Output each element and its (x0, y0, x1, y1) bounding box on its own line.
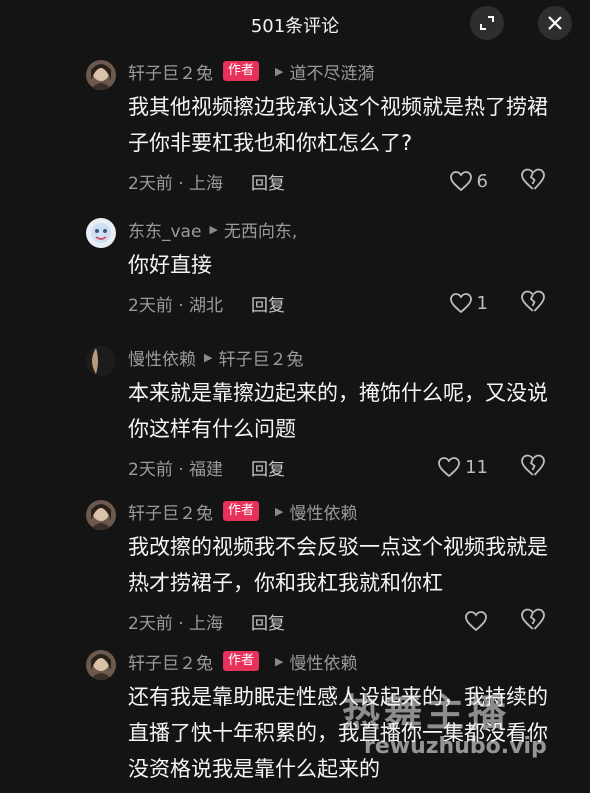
like-button[interactable]: 11 (437, 455, 488, 479)
reply-button[interactable]: 回复 (251, 169, 285, 194)
comment-footer: 2天前 · 上海 回复 6 (128, 161, 566, 201)
like-button[interactable]: 1 (449, 291, 488, 315)
broken-heart-icon (521, 454, 545, 476)
triangle-right-icon: ▶ (209, 222, 218, 236)
comment-time-location: 2天前 · 上海 (128, 173, 224, 194)
author-badge: 作者 (223, 501, 260, 521)
reply-to-user[interactable]: 无西向东, (224, 217, 297, 242)
comment-time-location: 2天前 · 福建 (128, 459, 224, 480)
triangle-right-icon: ▶ (275, 654, 284, 668)
comment-list: 轩子巨２兔 作者 ▶ 道不尽涟漪 我其他视频擦边我承认这个视频就是热了捞裙子你非… (0, 55, 590, 787)
comment-item: 东东_vae ▶ 无西向东, 你好直接 2天前 · 湖北 回复 1 (0, 213, 590, 335)
triangle-right-icon: ▶ (275, 64, 284, 78)
comment-time-location: 2天前 · 上海 (128, 613, 224, 634)
comment-text: 我改擦的视频我不会反驳一点这个视频我就是热才捞裙子，你和我杠我就和你杠 (128, 535, 548, 595)
comment-text: 我其他视频擦边我承认这个视频就是热了捞裙子你非要杠我也和你杠怎么了? (128, 95, 548, 155)
avatar[interactable] (86, 650, 116, 680)
comment-text: 你好直接 (128, 253, 212, 277)
comment-text: 还有我是靠助眠走性感人设起来的，我持续的直播了快十年积累的，我直播你一集都没看你… (128, 685, 548, 781)
comment-footer: 2天前 · 福建 回复 11 (128, 447, 566, 487)
avatar[interactable] (86, 218, 116, 248)
broken-heart-icon (521, 290, 545, 312)
avatar[interactable] (86, 500, 116, 530)
username[interactable]: 东东_vae (128, 217, 201, 242)
heart-outline-icon (449, 171, 472, 192)
dislike-button[interactable] (520, 167, 546, 196)
expand-icon (480, 16, 494, 30)
like-count: 11 (465, 456, 488, 478)
reply-button[interactable]: 回复 (251, 455, 285, 480)
expand-button[interactable] (470, 6, 504, 40)
username[interactable]: 轩子巨２兔 (128, 649, 213, 674)
username[interactable]: 轩子巨２兔 (128, 59, 213, 84)
comment-item: 轩子巨２兔 作者 ▶ 慢性依赖 我改擦的视频我不会反驳一点这个视频我就是热才捞裙… (0, 495, 590, 645)
reply-button[interactable]: 回复 (251, 609, 285, 634)
dislike-button[interactable] (520, 289, 546, 318)
close-button[interactable] (538, 6, 572, 40)
triangle-right-icon: ▶ (275, 504, 284, 518)
username[interactable]: 轩子巨２兔 (128, 499, 213, 524)
heart-outline-icon (449, 293, 472, 314)
comment-item: 轩子巨２兔 作者 ▶ 慢性依赖 还有我是靠助眠走性感人设起来的，我持续的直播了快… (0, 645, 590, 787)
comment-footer: 2天前 · 湖北 回复 1 (128, 283, 566, 323)
broken-heart-icon (521, 608, 545, 630)
username[interactable]: 慢性依赖 (128, 345, 196, 370)
heart-outline-icon (465, 611, 487, 632)
reply-to-user[interactable]: 慢性依赖 (289, 649, 357, 674)
avatar[interactable] (86, 60, 116, 90)
broken-heart-icon (521, 168, 545, 190)
comment-footer: 2天前 · 上海 回复 (128, 601, 566, 641)
like-count: 6 (476, 170, 488, 192)
heart-outline-icon (438, 457, 460, 478)
avatar[interactable] (86, 346, 116, 376)
reply-to-user[interactable]: 轩子巨２兔 (218, 345, 303, 370)
author-badge: 作者 (223, 651, 260, 671)
like-button[interactable]: 6 (449, 169, 488, 193)
comment-item: 慢性依赖 ▶ 轩子巨２兔 本来就是靠擦边起来的，掩饰什么呢，又没说你这样有什么问… (0, 341, 590, 491)
comment-meta: 轩子巨２兔 作者 ▶ 慢性依赖 (128, 645, 566, 677)
comment-meta: 慢性依赖 ▶ 轩子巨２兔 (128, 341, 566, 373)
comment-text: 本来就是靠擦边起来的，掩饰什么呢，又没说你这样有什么问题 (128, 381, 548, 441)
dislike-button[interactable] (520, 607, 546, 636)
comment-time-location: 2天前 · 湖北 (128, 295, 224, 316)
comment-meta: 轩子巨２兔 作者 ▶ 道不尽涟漪 (128, 55, 566, 87)
reply-to-user[interactable]: 慢性依赖 (289, 499, 357, 524)
author-badge: 作者 (223, 61, 260, 81)
triangle-right-icon: ▶ (204, 350, 213, 364)
comments-header: 501条评论 (0, 0, 590, 46)
comment-meta: 东东_vae ▶ 无西向东, (128, 213, 566, 245)
reply-to-user[interactable]: 道不尽涟漪 (289, 59, 374, 84)
comment-meta: 轩子巨２兔 作者 ▶ 慢性依赖 (128, 495, 566, 527)
reply-button[interactable]: 回复 (251, 291, 285, 316)
comment-item: 轩子巨２兔 作者 ▶ 道不尽涟漪 我其他视频擦边我承认这个视频就是热了捞裙子你非… (0, 55, 590, 205)
close-icon (548, 16, 562, 30)
like-button[interactable] (464, 609, 488, 633)
like-count: 1 (476, 292, 488, 314)
dislike-button[interactable] (520, 453, 546, 482)
